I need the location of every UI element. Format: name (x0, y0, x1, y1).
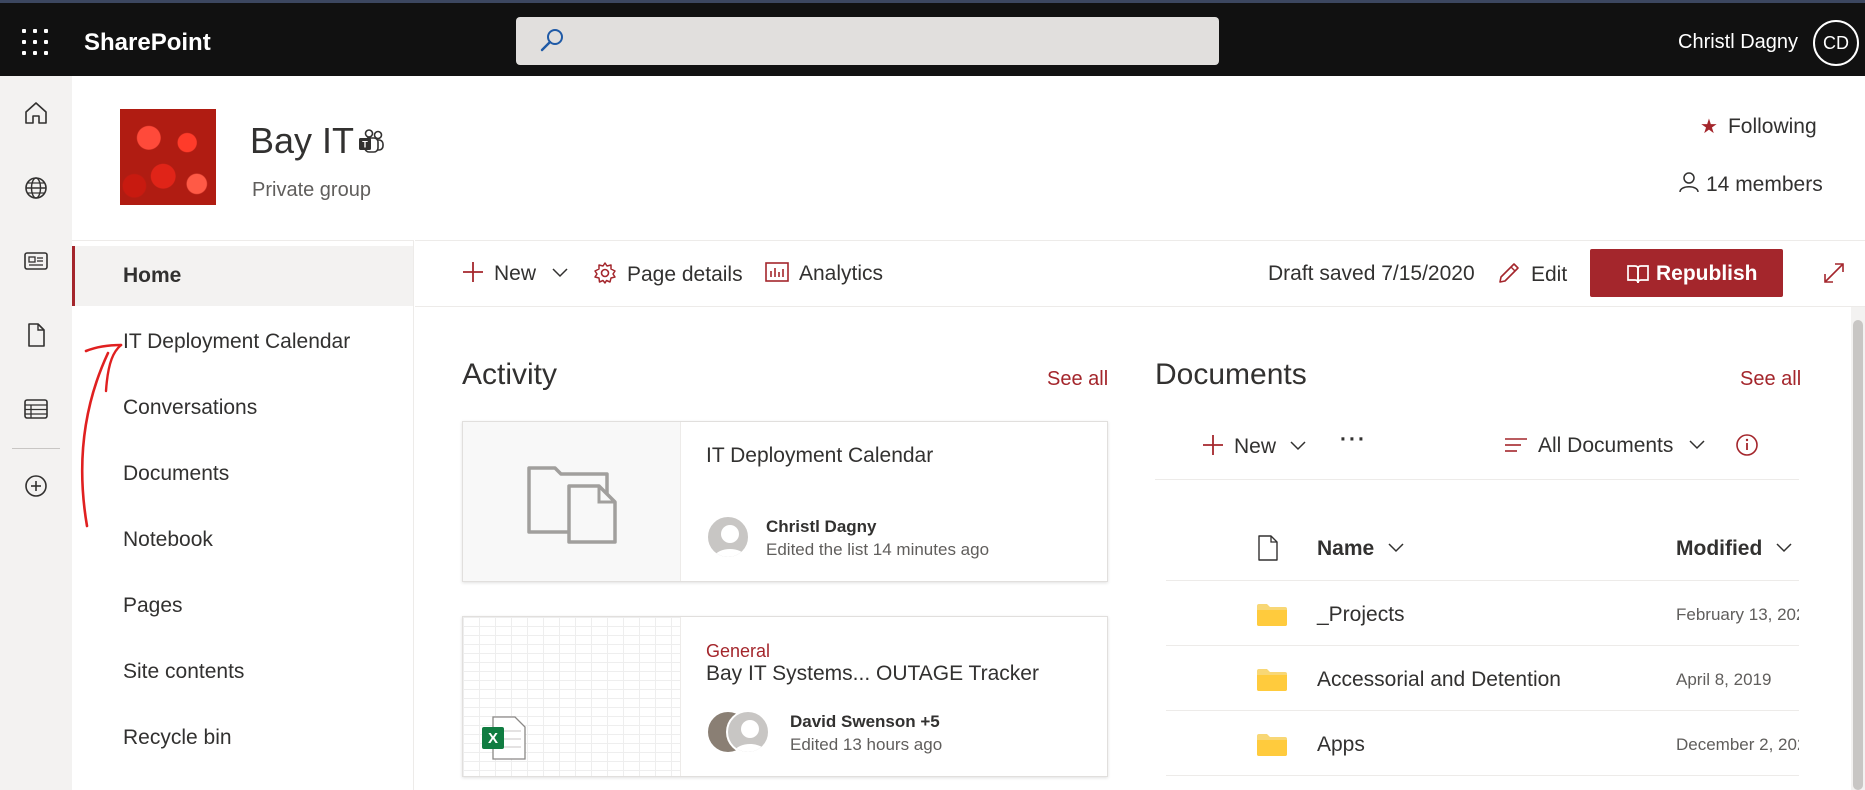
new-button[interactable]: New (462, 261, 568, 286)
chevron-down-icon (1388, 543, 1404, 553)
info-icon[interactable] (1735, 433, 1759, 457)
add-icon[interactable] (23, 473, 49, 499)
analytics-icon (765, 262, 789, 282)
scrollbar-thumb[interactable] (1853, 320, 1863, 790)
card-thumbnail: X (463, 617, 681, 776)
site-title[interactable]: Bay IT (250, 120, 354, 162)
card-thumbnail (463, 422, 681, 581)
edit-button[interactable]: Edit (1497, 261, 1567, 287)
avatar (726, 710, 770, 754)
app-name[interactable]: SharePoint (84, 29, 211, 57)
activity-card[interactable]: X General Bay IT Systems... OUTAGE Track… (462, 616, 1108, 777)
nav-item-pages[interactable]: Pages (72, 576, 413, 636)
card-author: David Swenson +5 (790, 712, 940, 731)
file-name[interactable]: _Projects (1317, 603, 1405, 627)
user-name[interactable]: Christl Dagny (1678, 31, 1798, 54)
table-row[interactable]: _Projects February 13, 2020 (1166, 581, 1799, 646)
follow-button[interactable]: ★ Following (1700, 114, 1817, 139)
file-modified: April 8, 2019 (1676, 670, 1772, 689)
card-title[interactable]: IT Deployment Calendar (706, 444, 933, 468)
card-title[interactable]: Bay IT Systems... OUTAGE Tracker (706, 662, 1039, 686)
card-activity: Edited the list 14 minutes ago (766, 540, 990, 559)
documents-title: Documents (1155, 358, 1307, 391)
follow-label: Following (1727, 115, 1817, 138)
documents-see-all-link[interactable]: See all (1740, 368, 1801, 391)
table-row[interactable]: Accessorial and Detention April 8, 2019 (1166, 646, 1799, 711)
news-icon[interactable] (23, 248, 49, 274)
card-author: Christl Dagny (766, 517, 877, 536)
file-name[interactable]: Apps (1317, 733, 1365, 757)
analytics-button[interactable]: Analytics (765, 261, 883, 286)
expand-icon[interactable] (1822, 261, 1846, 285)
avatar[interactable]: CD (1813, 20, 1859, 66)
folder-icon (1257, 604, 1287, 626)
teams-icon[interactable]: T (358, 128, 386, 156)
gear-icon (594, 262, 616, 284)
folder-icon (1257, 669, 1287, 691)
person-icon (1679, 172, 1699, 193)
file-modified: December 2, 2020 (1676, 735, 1799, 754)
pencil-icon (1499, 263, 1519, 283)
site-subtitle: Private group (252, 179, 371, 201)
star-icon: ★ (1700, 116, 1718, 138)
plus-icon (463, 262, 483, 282)
plus-icon (1203, 435, 1223, 455)
suite-bar: SharePoint Christl Dagny CD (0, 0, 1865, 76)
file-modified: February 13, 2020 (1676, 605, 1799, 624)
republish-button[interactable]: Republish (1590, 249, 1783, 297)
view-selector[interactable]: All Documents (1504, 434, 1705, 458)
search-input[interactable] (516, 17, 1219, 65)
chevron-down-icon (1776, 543, 1792, 553)
svg-text:X: X (488, 730, 498, 747)
globe-icon[interactable] (23, 175, 49, 201)
file-icon[interactable] (23, 322, 49, 348)
doc-list-header: Name Modified (1166, 515, 1799, 581)
draft-status: Draft saved 7/15/2020 (1268, 262, 1475, 285)
file-name[interactable]: Accessorial and Detention (1317, 668, 1561, 692)
excel-icon: X (482, 716, 526, 760)
list-view-icon (1505, 438, 1527, 452)
divider (1155, 479, 1799, 480)
list-icon[interactable] (23, 396, 49, 422)
home-icon[interactable] (23, 100, 49, 126)
activity-see-all-link[interactable]: See all (1047, 368, 1108, 391)
card-activity: Edited 13 hours ago (790, 735, 943, 754)
site-logo[interactable] (120, 109, 216, 205)
book-icon (1627, 265, 1649, 284)
avatar (706, 515, 750, 559)
file-type-icon (1258, 535, 1278, 561)
search-icon (540, 29, 563, 52)
nav-item-recycle-bin[interactable]: Recycle bin (72, 708, 413, 768)
chevron-down-icon (1290, 441, 1306, 451)
page-details-button[interactable]: Page details (593, 261, 743, 287)
command-bar: New Page details Analytics Draft saved 7… (415, 240, 1865, 307)
nav-item-home[interactable]: Home (72, 246, 413, 306)
chevron-down-icon (1689, 440, 1705, 450)
column-header-modified[interactable]: Modified (1676, 537, 1792, 561)
chevron-down-icon (552, 268, 568, 278)
activity-title: Activity (462, 358, 558, 391)
annotation-arrow (80, 343, 123, 528)
more-options-button[interactable]: ··· (1340, 428, 1367, 452)
app-launcher-icon[interactable] (22, 29, 48, 55)
members-button[interactable]: 14 members (1678, 171, 1823, 197)
folder-outline-icon (527, 466, 617, 544)
nav-item-site-contents[interactable]: Site contents (72, 642, 413, 702)
app-bar (0, 76, 72, 790)
members-label: 14 members (1706, 173, 1823, 196)
card-category[interactable]: General (706, 641, 770, 662)
table-row[interactable]: Apps December 2, 2020 (1166, 711, 1799, 776)
folder-icon (1257, 734, 1287, 756)
activity-card[interactable]: IT Deployment Calendar Christl Dagny Edi… (462, 421, 1108, 582)
svg-text:T: T (362, 140, 368, 150)
divider (12, 448, 60, 449)
doc-new-button[interactable]: New (1202, 434, 1306, 459)
column-header-name[interactable]: Name (1317, 537, 1404, 561)
